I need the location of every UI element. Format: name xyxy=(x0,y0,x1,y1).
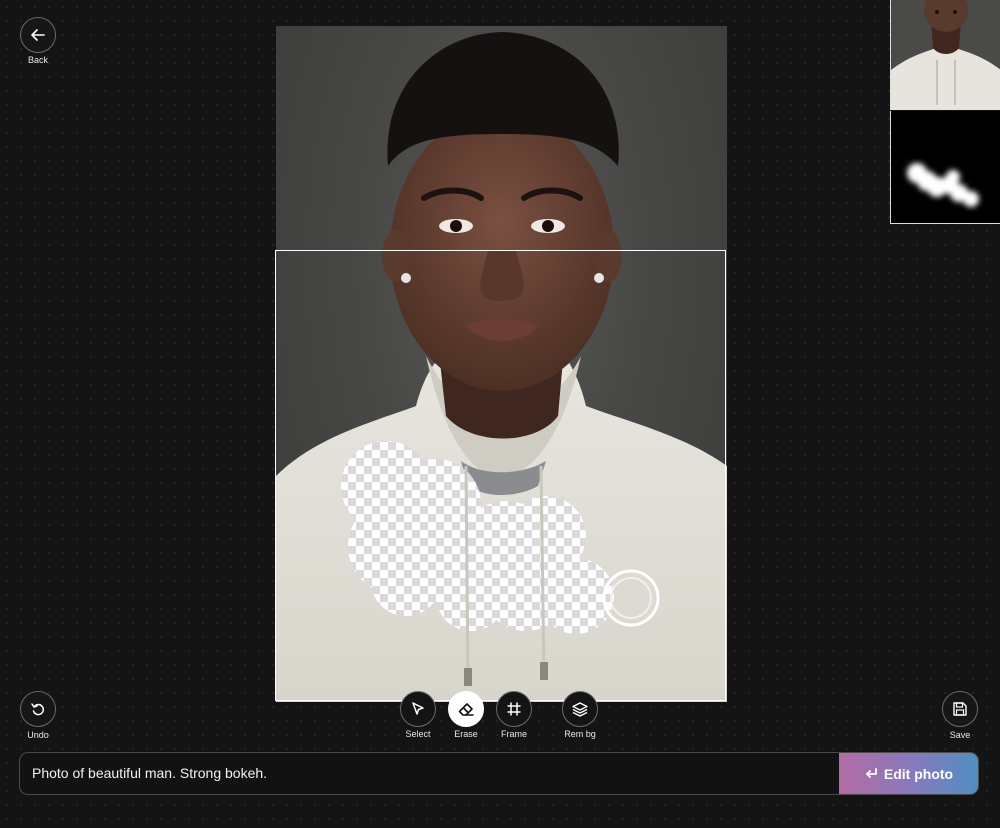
save-button[interactable] xyxy=(942,691,978,727)
undo-label: Undo xyxy=(27,730,49,740)
tool-frame[interactable] xyxy=(496,691,532,727)
edit-photo-button[interactable]: Edit photo xyxy=(839,753,978,794)
mask-thumbnail[interactable] xyxy=(890,111,1000,224)
original-thumbnail[interactable] xyxy=(890,0,1000,110)
prompt-bar: Photo of beautiful man. Strong bokeh. Ed… xyxy=(19,752,979,795)
tool-erase[interactable] xyxy=(448,691,484,727)
tool-select[interactable] xyxy=(400,691,436,727)
cursor-arrow-icon xyxy=(412,702,424,715)
edit-photo-label: Edit photo xyxy=(883,765,954,782)
enter-return-icon xyxy=(865,767,877,778)
undo-icon xyxy=(31,703,45,716)
back-label: Back xyxy=(27,55,48,65)
back-button[interactable] xyxy=(20,17,56,53)
tool-frame-label: Frame xyxy=(500,729,527,739)
save-icon xyxy=(953,702,967,716)
tool-remove-bg[interactable] xyxy=(562,691,598,727)
layers-icon xyxy=(572,702,588,717)
frame-hash-icon xyxy=(507,702,521,716)
undo-button[interactable] xyxy=(20,691,56,727)
save-label: Save xyxy=(949,730,971,740)
prompt-input[interactable]: Photo of beautiful man. Strong bokeh. xyxy=(32,753,267,794)
photo-canvas[interactable] xyxy=(276,26,727,702)
arrow-left-icon xyxy=(31,29,45,41)
eraser-icon xyxy=(458,703,474,716)
tool-remove-bg-label: Rem bg xyxy=(564,729,596,739)
